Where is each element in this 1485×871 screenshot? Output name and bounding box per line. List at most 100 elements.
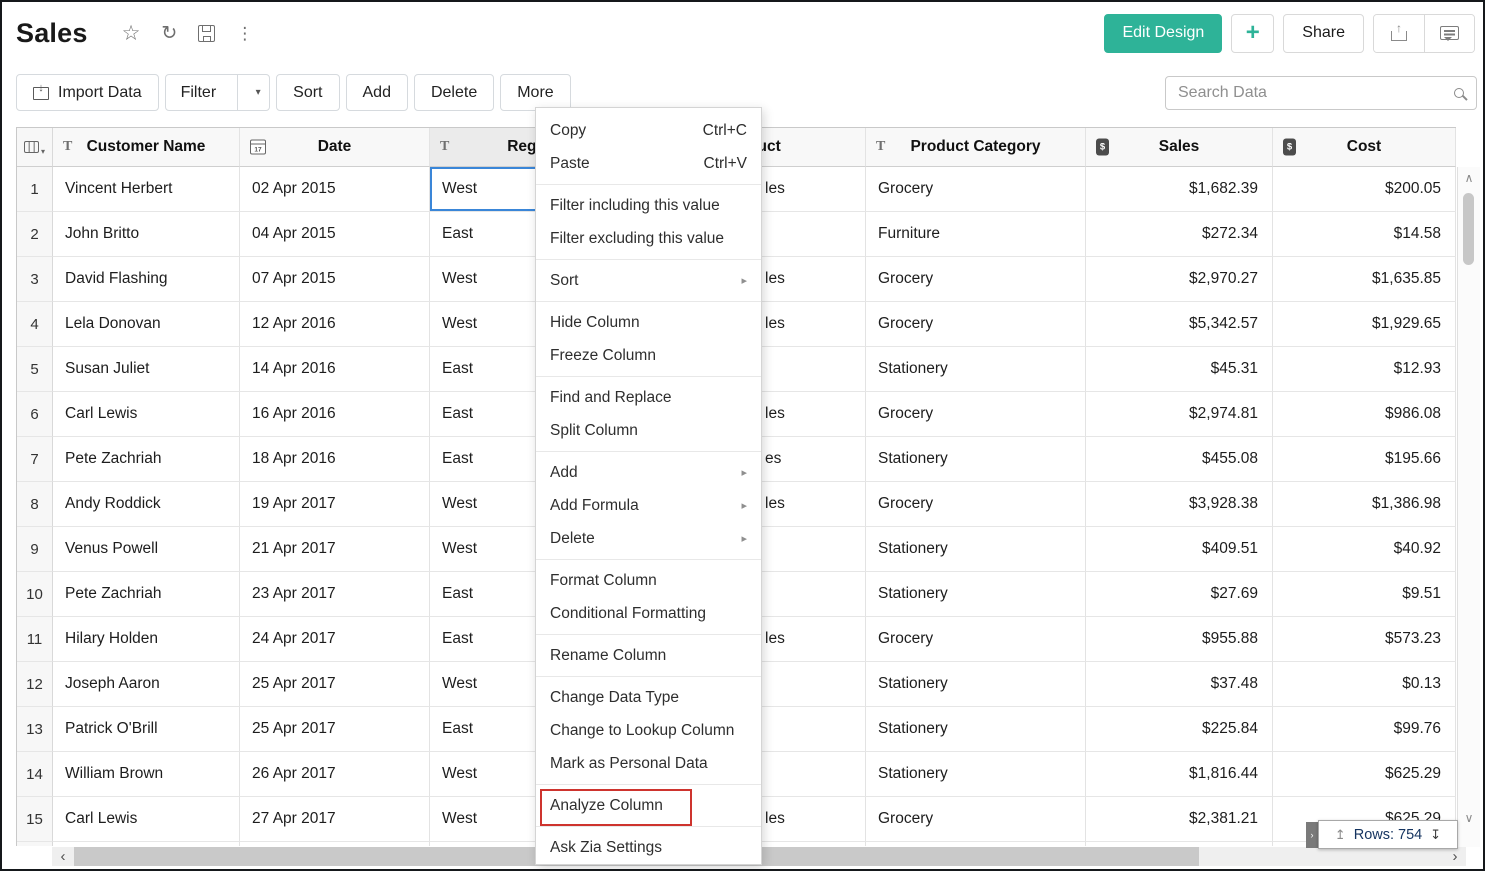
sales-cell[interactable]: $2,970.27 <box>1086 257 1273 302</box>
sales-cell[interactable]: $409.51 <box>1086 527 1273 572</box>
date-cell[interactable]: 27 Apr 2017 <box>240 797 430 842</box>
customer-name-cell[interactable]: Susan Juliet <box>53 347 240 392</box>
filter-caret-icon[interactable]: ▾ <box>247 75 269 110</box>
customer-name-cell[interactable]: Carl Lewis <box>53 392 240 437</box>
sales-cell[interactable]: $3,928.38 <box>1086 482 1273 527</box>
menu-item-mark-as-personal-data[interactable]: Mark as Personal Data <box>536 747 761 780</box>
sales-cell[interactable]: $272.34 <box>1086 212 1273 257</box>
menu-item-conditional-formatting[interactable]: Conditional Formatting <box>536 597 761 630</box>
date-cell[interactable]: 12 Apr 2016 <box>240 302 430 347</box>
menu-item-change-data-type[interactable]: Change Data Type <box>536 681 761 714</box>
delete-button[interactable]: Delete <box>414 74 494 111</box>
sales-cell[interactable]: $2,381.21 <box>1086 797 1273 842</box>
column-header-product-category[interactable]: T Product Category <box>866 128 1086 167</box>
menu-item-filter-excluding-this-value[interactable]: Filter excluding this value <box>536 222 761 255</box>
sales-cell[interactable]: $5,342.57 <box>1086 302 1273 347</box>
sales-cell[interactable]: $27.69 <box>1086 572 1273 617</box>
cost-cell[interactable]: $1,929.65 <box>1273 302 1456 347</box>
row-number-cell[interactable]: 4 <box>17 302 53 347</box>
customer-name-cell[interactable]: Hilary Holden <box>53 617 240 662</box>
more-options-kebab-icon[interactable]: ⋮ <box>236 25 253 42</box>
menu-item-filter-including-this-value[interactable]: Filter including this value <box>536 189 761 222</box>
menu-item-add-formula[interactable]: Add Formula▸ <box>536 489 761 522</box>
sales-cell[interactable]: $955.88 <box>1086 617 1273 662</box>
date-cell[interactable]: 02 Apr 2015 <box>240 167 430 212</box>
product-category-cell[interactable]: Grocery <box>866 167 1086 212</box>
menu-item-hide-column[interactable]: Hide Column <box>536 306 761 339</box>
product-category-cell[interactable]: Grocery <box>866 392 1086 437</box>
product-category-cell[interactable]: Grocery <box>866 617 1086 662</box>
add-button[interactable]: Add <box>346 74 408 111</box>
row-number-cell[interactable]: 15 <box>17 797 53 842</box>
customer-name-cell[interactable]: Pete Zachriah <box>53 572 240 617</box>
rows-widget-collapse-tab[interactable]: › <box>1306 822 1318 848</box>
sales-cell[interactable]: $45.31 <box>1086 347 1273 392</box>
share-button[interactable]: Share <box>1283 14 1364 53</box>
customer-name-cell[interactable]: John Britto <box>53 212 240 257</box>
menu-item-split-column[interactable]: Split Column <box>536 414 761 447</box>
customer-name-cell[interactable]: Patrick O'Brill <box>53 707 240 752</box>
menu-item-copy[interactable]: CopyCtrl+C <box>536 114 761 147</box>
column-header-cost[interactable]: $ Cost <box>1273 128 1456 167</box>
cost-cell[interactable]: $1,386.98 <box>1273 482 1456 527</box>
more-button[interactable]: More <box>500 74 570 111</box>
row-number-cell[interactable]: 7 <box>17 437 53 482</box>
customer-name-cell[interactable]: Joseph Aaron <box>53 662 240 707</box>
column-header-sales[interactable]: $ Sales <box>1086 128 1273 167</box>
cost-cell[interactable]: $573.23 <box>1273 617 1456 662</box>
menu-item-find-and-replace[interactable]: Find and Replace <box>536 381 761 414</box>
row-number-cell[interactable]: 9 <box>17 527 53 572</box>
row-number-cell[interactable]: 1 <box>17 167 53 212</box>
search-input[interactable] <box>1178 84 1454 102</box>
scroll-up-icon[interactable]: ∧ <box>1458 171 1480 185</box>
menu-item-analyze-column[interactable]: Analyze Column <box>536 789 761 822</box>
column-header-date[interactable]: 17 Date <box>240 128 430 167</box>
row-number-cell[interactable]: 6 <box>17 392 53 437</box>
sales-cell[interactable]: $225.84 <box>1086 707 1273 752</box>
refresh-icon[interactable]: ↻ <box>161 24 177 43</box>
customer-name-cell[interactable]: Lela Donovan <box>53 302 240 347</box>
cost-cell[interactable]: $0.13 <box>1273 662 1456 707</box>
filter-button[interactable]: Filter ▾ <box>165 74 271 111</box>
sales-cell[interactable]: $1,816.44 <box>1086 752 1273 797</box>
sales-cell[interactable]: $2,974.81 <box>1086 392 1273 437</box>
product-category-cell[interactable]: Stationery <box>866 572 1086 617</box>
product-category-cell[interactable]: Grocery <box>866 302 1086 347</box>
menu-item-sort[interactable]: Sort▸ <box>536 264 761 297</box>
customer-name-cell[interactable]: Andy Roddick <box>53 482 240 527</box>
row-number-cell[interactable]: 3 <box>17 257 53 302</box>
menu-item-delete[interactable]: Delete▸ <box>536 522 761 555</box>
product-category-cell[interactable]: Furniture <box>866 212 1086 257</box>
row-number-cell[interactable]: 2 <box>17 212 53 257</box>
cost-cell[interactable]: $1,635.85 <box>1273 257 1456 302</box>
sales-cell[interactable]: $37.48 <box>1086 662 1273 707</box>
product-category-cell[interactable]: Stationery <box>866 347 1086 392</box>
cost-cell[interactable]: $625.29 <box>1273 752 1456 797</box>
cost-cell[interactable]: $99.76 <box>1273 707 1456 752</box>
date-cell[interactable]: 04 Apr 2015 <box>240 212 430 257</box>
customer-name-cell[interactable]: Vincent Herbert <box>53 167 240 212</box>
menu-item-change-to-lookup-column[interactable]: Change to Lookup Column <box>536 714 761 747</box>
export-button[interactable]: ↑ <box>1374 15 1424 52</box>
sales-cell[interactable]: $455.08 <box>1086 437 1273 482</box>
edit-design-button[interactable]: Edit Design <box>1104 14 1222 53</box>
customer-name-cell[interactable]: David Flashing <box>53 257 240 302</box>
date-cell[interactable]: 23 Apr 2017 <box>240 572 430 617</box>
favorite-star-icon[interactable]: ☆ <box>122 23 141 44</box>
customer-name-cell[interactable]: Venus Powell <box>53 527 240 572</box>
search-icon[interactable] <box>1454 88 1464 98</box>
add-new-button[interactable]: + <box>1231 14 1274 53</box>
scroll-left-icon[interactable]: ‹ <box>52 847 74 866</box>
date-cell[interactable]: 18 Apr 2016 <box>240 437 430 482</box>
save-icon[interactable] <box>198 25 215 42</box>
cost-cell[interactable]: $986.08 <box>1273 392 1456 437</box>
date-cell[interactable]: 21 Apr 2017 <box>240 527 430 572</box>
scroll-down-icon[interactable]: ∨ <box>1458 811 1480 825</box>
menu-item-freeze-column[interactable]: Freeze Column <box>536 339 761 372</box>
import-data-button[interactable]: ↓ Import Data <box>16 74 159 111</box>
date-cell[interactable]: 07 Apr 2015 <box>240 257 430 302</box>
date-cell[interactable]: 19 Apr 2017 <box>240 482 430 527</box>
cost-cell[interactable]: $14.58 <box>1273 212 1456 257</box>
comments-button[interactable] <box>1424 15 1474 52</box>
customer-name-cell[interactable]: Pete Zachriah <box>53 437 240 482</box>
